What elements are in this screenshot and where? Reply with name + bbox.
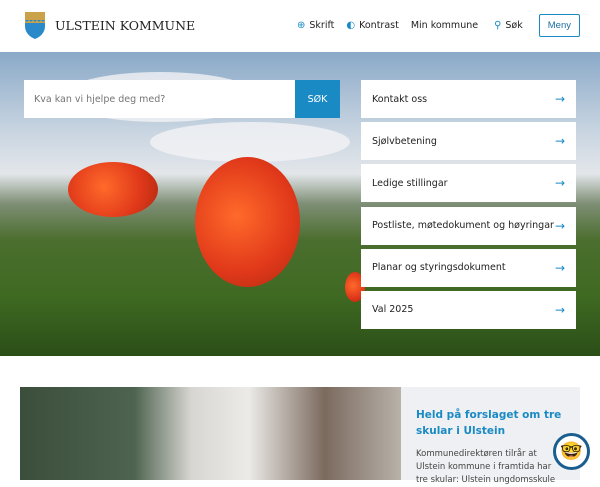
quick-links: Kontakt oss → Sjølvbetening → Ledige still… <box>361 80 576 333</box>
quick-link-election[interactable]: Val 2025 → <box>361 290 576 329</box>
zoom-icon: ⊕ <box>297 20 306 31</box>
news-title[interactable]: Held på forslaget om tre skular i Ulstei… <box>416 407 565 439</box>
nav-label: Søk <box>505 20 523 31</box>
poppy-flower <box>68 162 158 217</box>
menu-button[interactable]: Meny <box>538 14 580 37</box>
search-submit-button[interactable]: SØK <box>295 80 340 118</box>
link-label: Val 2025 <box>372 304 414 316</box>
news-image <box>20 387 401 480</box>
link-label: Kontakt oss <box>372 93 428 105</box>
news-card[interactable]: Held på forslaget om tre skular i Ulstei… <box>20 387 580 485</box>
hero-image: SØK Kontakt oss → Sjølvbetening → Ledige s… <box>0 52 600 356</box>
logo-text: ULSTEIN KOMMUNE <box>55 18 196 33</box>
contrast-button[interactable]: ◐ Kontrast <box>346 20 398 31</box>
quick-link-post-list[interactable]: Postliste, møtedokument og høyringar → <box>361 206 576 245</box>
link-label: Postliste, møtedokument og høyringar <box>372 220 554 232</box>
search-icon: ⚲ <box>494 20 502 31</box>
link-label: Ledige stillingar <box>372 177 448 189</box>
link-label: Planar og styringsdokument <box>372 262 506 274</box>
poppy-flower <box>195 157 300 287</box>
search-input[interactable] <box>24 80 295 118</box>
chatbot-avatar-button[interactable]: 🤓 <box>553 433 590 470</box>
nav-label: Skrift <box>309 20 335 31</box>
nav-label: Kontrast <box>359 20 399 31</box>
search-bar: SØK <box>24 80 340 118</box>
my-municipality-link[interactable]: Min kommune <box>411 20 478 31</box>
font-size-button[interactable]: ⊕ Skrift <box>297 20 334 31</box>
quick-link-jobs[interactable]: Ledige stillingar → <box>361 164 576 203</box>
news-body: Held på forslaget om tre skular i Ulstei… <box>401 387 580 485</box>
logo[interactable]: ULSTEIN KOMMUNE <box>24 11 195 40</box>
quick-link-plans[interactable]: Planar og styringsdokument → <box>361 248 576 287</box>
site-header: ULSTEIN KOMMUNE ⊕ Skrift ◐ Kontrast Min ko… <box>0 0 600 52</box>
cloud <box>150 122 350 162</box>
crest-icon <box>25 12 45 39</box>
chatbot-avatar-icon: 🤓 <box>560 441 583 462</box>
arrow-right-icon: → <box>554 302 565 317</box>
link-label: Sjølvbetening <box>372 135 437 147</box>
search-button[interactable]: ⚲ Søk <box>494 20 523 31</box>
arrow-right-icon: → <box>554 218 565 233</box>
nav-label: Min kommune <box>410 20 479 31</box>
arrow-right-icon: → <box>554 260 565 275</box>
contrast-icon: ◐ <box>346 20 356 31</box>
arrow-right-icon: → <box>554 92 565 106</box>
quick-link-contact[interactable]: Kontakt oss → <box>361 80 576 118</box>
quick-link-self-service[interactable]: Sjølvbetening → <box>361 122 576 161</box>
arrow-right-icon: → <box>554 134 565 149</box>
top-nav: ⊕ Skrift ◐ Kontrast Min kommune ⚲ Søk Meny <box>285 14 580 37</box>
news-text: Kommunedirektøren tilrår at Ulstein komm… <box>416 449 556 485</box>
arrow-right-icon: → <box>554 176 565 191</box>
